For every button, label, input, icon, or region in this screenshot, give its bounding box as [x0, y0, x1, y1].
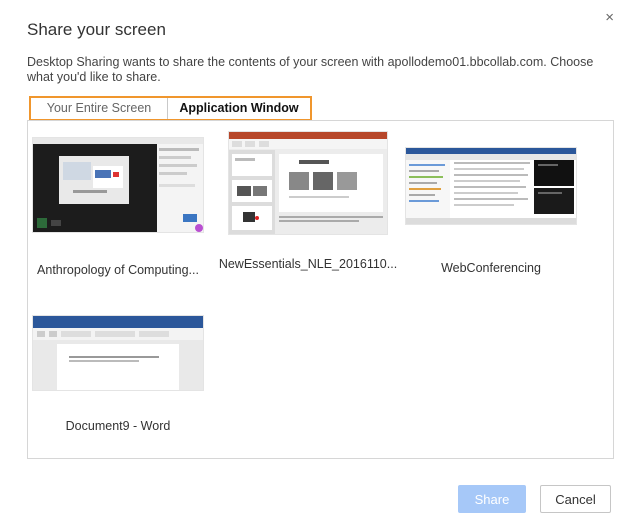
share-button[interactable]: Share — [458, 485, 526, 513]
window-label: NewEssentials_NLE_2016110... — [218, 257, 398, 271]
window-item-document9[interactable]: Document9 - Word — [28, 315, 208, 433]
dialog-description: Desktop Sharing wants to share the conte… — [27, 55, 594, 84]
window-label: WebConferencing — [441, 261, 541, 275]
window-item-newessentials[interactable]: NewEssentials_NLE_2016110... — [218, 131, 398, 271]
window-thumbnail — [405, 147, 577, 225]
window-item-webconferencing[interactable]: WebConferencing — [401, 147, 581, 275]
window-list: Anthropology of Computing... NewEssentia… — [27, 120, 614, 459]
share-screen-dialog: × Share your screen Desktop Sharing want… — [0, 0, 628, 525]
tab-application-window[interactable]: Application Window — [168, 98, 310, 119]
window-item-anthropology[interactable]: Anthropology of Computing... — [28, 137, 208, 277]
window-label: Document9 - Word — [65, 419, 171, 433]
share-source-tabs: Your Entire Screen Application Window — [29, 96, 312, 121]
cancel-button[interactable]: Cancel — [540, 485, 611, 513]
dialog-title: Share your screen — [27, 20, 166, 39]
window-thumbnail — [32, 315, 204, 391]
window-thumbnail — [228, 131, 388, 235]
window-thumbnail — [32, 137, 204, 233]
window-label: Anthropology of Computing... — [37, 263, 199, 277]
close-icon[interactable]: × — [605, 10, 614, 25]
tab-entire-screen[interactable]: Your Entire Screen — [31, 98, 168, 119]
